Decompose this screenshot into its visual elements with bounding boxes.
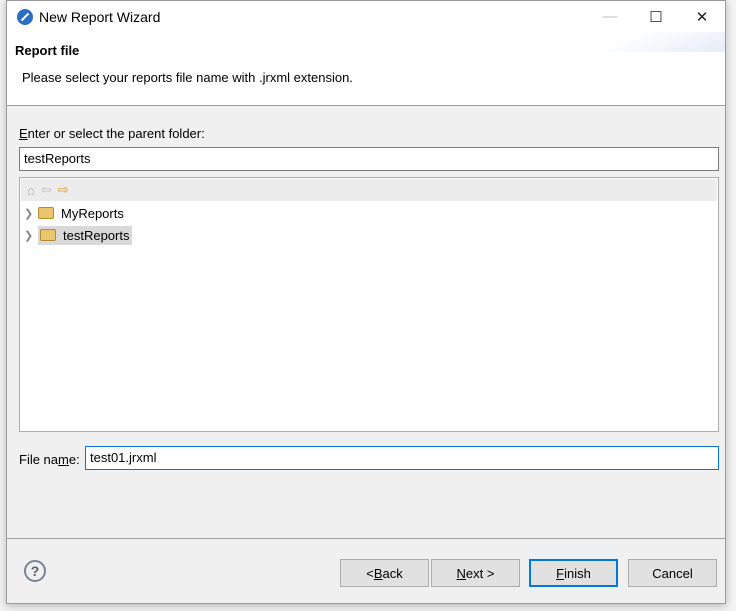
wizard-header: Report file Please select your reports f… xyxy=(7,32,725,106)
folder-icon xyxy=(38,207,54,219)
new-report-wizard-dialog: New Report Wizard — ☐ ✕ Report file Plea… xyxy=(6,0,726,604)
maximize-button[interactable]: ☐ xyxy=(633,1,679,32)
title-bar: New Report Wizard — ☐ ✕ xyxy=(7,1,725,32)
minimize-button[interactable]: — xyxy=(587,1,633,32)
close-button[interactable]: ✕ xyxy=(679,1,725,32)
parent-folder-label: Enter or select the parent folder: xyxy=(19,126,205,141)
chevron-right-icon[interactable]: ❯ xyxy=(24,207,38,220)
tree-item-label: MyReports xyxy=(61,205,124,221)
page-title: Report file xyxy=(15,43,80,58)
back-button[interactable]: < Back xyxy=(340,559,429,587)
tree-item-label: testReports xyxy=(63,227,130,243)
tree-item-myreports[interactable]: ❯ MyReports xyxy=(24,202,127,224)
back-arrow-icon[interactable]: ⇦ xyxy=(41,182,52,198)
next-button[interactable]: Next > xyxy=(431,559,520,587)
button-bar-separator xyxy=(7,538,725,539)
folder-icon xyxy=(40,229,56,241)
home-icon[interactable]: ⌂ xyxy=(27,183,35,198)
help-icon[interactable]: ? xyxy=(24,560,46,582)
window-title: New Report Wizard xyxy=(39,8,161,25)
chevron-right-icon[interactable]: ❯ xyxy=(24,229,38,242)
app-icon xyxy=(17,8,33,25)
cancel-button[interactable]: Cancel xyxy=(628,559,717,587)
tree-item-testreports[interactable]: ❯ testReports xyxy=(24,224,133,246)
tree-toolbar: ⌂ ⇦ ⇨ xyxy=(21,179,717,201)
folder-tree[interactable]: ⌂ ⇦ ⇨ ❯ MyReports ❯ testReports xyxy=(19,177,719,432)
file-name-label: File name: xyxy=(19,452,80,467)
file-name-input[interactable]: test01.jrxml xyxy=(85,446,719,470)
page-description: Please select your reports file name wit… xyxy=(22,70,353,85)
finish-button[interactable]: Finish xyxy=(529,559,618,587)
parent-folder-input[interactable]: testReports xyxy=(19,147,719,171)
forward-arrow-icon[interactable]: ⇨ xyxy=(58,182,69,198)
